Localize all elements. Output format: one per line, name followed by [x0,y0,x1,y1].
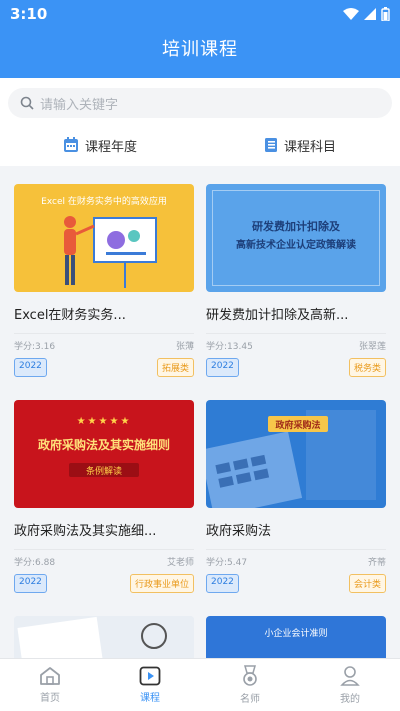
course-thumbnail: Excel 在财务实务中的高效应用 [14,184,194,292]
course-teacher: 齐蒂 [367,558,386,568]
year-badge: 2022 [14,574,47,593]
course-tags: 2022 拓展类 [14,358,194,377]
course-card[interactable]: 政府采购法 政府采购法 学分:5.47 齐蒂 2022 会计类 [206,400,386,593]
course-credit: 学分:13.45 [206,342,253,352]
medal-icon [243,665,257,686]
course-card[interactable]: 研发费加计扣除及 高新技术企业认定政策解读 研发费加计扣除及高新... 学分:1… [206,184,386,377]
category-badge: 税务类 [348,358,386,377]
category-badge: 会计类 [348,574,386,593]
course-thumbnail [14,616,194,658]
book-icon [264,138,277,152]
course-meta: 学分:13.45 张翠莲 [206,333,386,352]
course-thumbnail: 政府采购法 [206,400,386,508]
category-badge: 拓展类 [156,358,194,377]
category-badge: 行政事业单位 [129,574,194,593]
tab-courses-label: 课程 [140,693,160,704]
thumbnail-line-2: 条例解读 [85,467,122,477]
tab-home[interactable]: 首页 [0,659,100,711]
course-tags: 2022 税务类 [206,358,386,377]
app-header: 3:10 培训课程 [0,0,400,78]
page-title: 培训课程 [162,39,238,60]
home-icon [40,667,60,685]
course-grid: Excel 在财务实务中的高效应用 Excel在财务实务... 学分:3.16 … [0,172,400,658]
thumbnail-line-1: 政府采购法及其实施细则 [37,438,170,452]
course-meta: 学分:3.16 张薄 [14,333,194,352]
bottom-tab-bar: 首页 课程 名师 我的 [0,658,400,711]
course-credit: 学分:5.47 [206,558,248,568]
thumbnail-caption: Excel 在财务实务中的高效应用 [41,197,167,207]
filter-course-subject[interactable]: 课程科目 [200,130,400,160]
tab-teachers-label: 名师 [240,694,260,705]
year-badge: 2022 [206,358,239,377]
tab-teachers[interactable]: 名师 [200,659,300,711]
search-icon [20,96,34,110]
tab-mine[interactable]: 我的 [300,659,400,711]
search-area: 请输入关键字 课程年度 课程科目 [0,78,400,166]
course-card[interactable] [14,616,194,658]
course-tags: 2022 行政事业单位 [14,574,194,593]
course-title: 研发费加计扣除及高新... [206,308,349,323]
status-icons [343,7,390,21]
course-title: 政府采购法及其实施细... [14,524,157,539]
presenter-illustration [64,216,157,288]
thumbnail-line-2: 高新技术企业认定政策解读 [236,240,356,251]
course-card[interactable]: 小企业会计准则 [206,616,386,658]
course-thumbnail: 小企业会计准则 [206,616,386,658]
tab-home-label: 首页 [40,693,60,704]
star-row: ★★★★★ [76,416,132,427]
course-card[interactable]: ★★★★★ 政府采购法及其实施细则 条例解读 政府采购法及其实施细... 学分:… [14,400,194,593]
filter-bar: 课程年度 课程科目 [0,130,400,160]
status-bar: 3:10 [0,0,400,28]
thumbnail-line-1: 研发费加计扣除及 [252,220,340,233]
course-title: 政府采购法 [206,524,272,539]
course-title: Excel在财务实务... [14,308,126,323]
course-card[interactable]: Excel 在财务实务中的高效应用 Excel在财务实务... 学分:3.16 … [14,184,194,377]
course-teacher: 张薄 [175,342,194,352]
course-thumbnail: 研发费加计扣除及 高新技术企业认定政策解读 [206,184,386,292]
wifi-icon [343,8,359,20]
search-input[interactable]: 请输入关键字 [8,88,392,118]
play-icon [139,666,161,686]
calendar-icon [63,137,78,152]
person-icon [340,666,360,686]
document-illustration [14,616,194,658]
filter-course-year-label: 课程年度 [84,139,137,155]
battery-icon [381,7,390,21]
course-credit: 学分:3.16 [14,342,56,352]
thumbnail-caption: 政府采购法 [275,421,321,431]
course-meta: 学分:5.47 齐蒂 [206,549,386,568]
course-meta: 学分:6.88 艾老师 [14,549,194,568]
tab-mine-label: 我的 [340,694,360,705]
thumbnail-caption: 小企业会计准则 [264,629,328,639]
filter-course-year[interactable]: 课程年度 [0,130,200,160]
filter-course-subject-label: 课程科目 [283,139,336,155]
signal-icon [364,8,376,20]
tab-courses[interactable]: 课程 [100,659,200,711]
course-credit: 学分:6.88 [14,558,56,568]
course-teacher: 艾老师 [166,558,194,568]
course-tags: 2022 会计类 [206,574,386,593]
calculator-illustration [206,410,376,508]
year-badge: 2022 [14,358,47,377]
course-teacher: 张翠莲 [358,342,386,352]
status-time: 3:10 [10,5,48,23]
course-thumbnail: ★★★★★ 政府采购法及其实施细则 条例解读 [14,400,194,508]
year-badge: 2022 [206,574,239,593]
search-placeholder: 请输入关键字 [40,97,119,113]
